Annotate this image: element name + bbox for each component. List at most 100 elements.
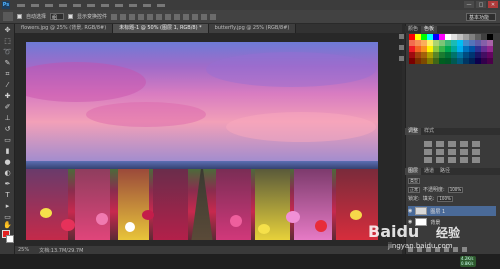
menu-edit[interactable]: [31, 3, 39, 7]
color-balance-icon[interactable]: [436, 149, 444, 155]
align-hcenter-icon[interactable]: [147, 13, 154, 20]
tab-paths[interactable]: 路径: [437, 168, 453, 175]
hand-tool-icon[interactable]: ✋: [3, 221, 12, 230]
tab-adjustments[interactable]: 调整: [405, 128, 422, 135]
color-swatch[interactable]: [487, 58, 493, 64]
levels-icon[interactable]: [436, 141, 444, 147]
tulip-field-photo[interactable]: [26, 42, 378, 240]
align-right-icon[interactable]: [156, 13, 163, 20]
workspace-dropdown[interactable]: 基本功能: [466, 13, 496, 21]
invert-icon[interactable]: [424, 157, 432, 163]
distribute-left-icon[interactable]: [192, 13, 199, 20]
brush-tool-icon[interactable]: ✐: [3, 103, 12, 112]
auto-select-checkbox[interactable]: [17, 14, 22, 19]
brightness-contrast-icon[interactable]: [424, 141, 432, 147]
distribute-top-icon[interactable]: [165, 13, 172, 20]
layer-kind-filter[interactable]: 类型: [408, 177, 420, 184]
healing-brush-tool-icon[interactable]: ✚: [3, 92, 12, 101]
black-white-icon[interactable]: [448, 149, 456, 155]
show-transform-label: 显示变换控件: [77, 14, 108, 20]
visibility-eye-icon[interactable]: ◉: [408, 208, 412, 214]
document-info[interactable]: 文档:13.7M/29.7M: [39, 247, 83, 254]
menu-filter[interactable]: [101, 3, 109, 7]
path-selection-tool-icon[interactable]: ▸: [3, 202, 12, 211]
history-panel-icon[interactable]: [399, 34, 404, 39]
opacity-field[interactable]: 100%: [447, 186, 464, 193]
selective-color-icon[interactable]: [472, 157, 480, 163]
photo-dirt-path: [191, 168, 213, 240]
menu-file[interactable]: [17, 3, 25, 7]
opacity-label: 不透明度:: [423, 187, 445, 193]
menu-help[interactable]: [157, 3, 165, 7]
tab-channels[interactable]: 通道: [421, 168, 437, 175]
lasso-tool-icon[interactable]: ➰: [3, 48, 12, 57]
photo-filter-icon[interactable]: [460, 149, 468, 155]
distribute-hcenter-icon[interactable]: [201, 13, 208, 20]
distribute-vcenter-icon[interactable]: [174, 13, 181, 20]
menu-type[interactable]: [73, 3, 81, 7]
document-tabs: flowers.jpg @ 25% (背景, RGB/8#) 未标题-1 @ 5…: [15, 24, 402, 33]
type-tool-icon[interactable]: T: [3, 191, 12, 200]
show-transform-checkbox[interactable]: [68, 14, 74, 19]
baidu-watermark: Baidu 经验 jingyan.baidu.com: [368, 222, 468, 252]
layer-name: 图层 1: [430, 208, 446, 215]
align-left-icon[interactable]: [138, 13, 145, 20]
gradient-tool-icon[interactable]: ▮: [3, 147, 12, 156]
menu-image[interactable]: [45, 3, 53, 7]
collapsed-panel-icons: [398, 34, 405, 67]
move-tool-icon[interactable]: ✥: [3, 26, 12, 35]
background-color-swatch[interactable]: [6, 235, 14, 243]
align-vcenter-icon[interactable]: [120, 13, 127, 20]
tab-styles[interactable]: 样式: [421, 128, 437, 135]
blend-mode-dropdown[interactable]: 正常: [408, 186, 420, 193]
taskbar: [0, 254, 500, 269]
tab-flowers[interactable]: flowers.jpg @ 25% (背景, RGB/8#): [15, 24, 114, 33]
align-top-icon[interactable]: [111, 13, 118, 20]
minimize-button[interactable]: —: [464, 1, 474, 8]
tab-color[interactable]: 颜色: [405, 26, 421, 33]
auto-select-dropdown[interactable]: 组: [50, 13, 65, 21]
threshold-icon[interactable]: [448, 157, 456, 163]
vibrance-icon[interactable]: [472, 141, 480, 147]
menu-select[interactable]: [87, 3, 95, 7]
menu-3d[interactable]: [115, 3, 123, 7]
exposure-icon[interactable]: [460, 141, 468, 147]
character-panel-icon[interactable]: [399, 56, 404, 61]
distribute-bottom-icon[interactable]: [183, 13, 190, 20]
eyedropper-tool-icon[interactable]: ⁄: [3, 81, 12, 90]
clone-stamp-tool-icon[interactable]: ⊥: [3, 114, 12, 123]
tab-butterfly[interactable]: butterfly.jpg @ 25% (RGB/8#): [208, 24, 297, 33]
history-brush-tool-icon[interactable]: ↺: [3, 125, 12, 134]
eraser-tool-icon[interactable]: ▭: [3, 136, 12, 145]
tab-untitled[interactable]: 未标题-1 @ 50% (图层 1, RGB/8) *: [113, 24, 209, 33]
marquee-tool-icon[interactable]: ⬚: [3, 37, 12, 46]
close-button[interactable]: ✕: [488, 1, 498, 8]
posterize-icon[interactable]: [436, 157, 444, 163]
align-bottom-icon[interactable]: [129, 13, 136, 20]
hue-saturation-icon[interactable]: [424, 149, 432, 155]
maximize-button[interactable]: □: [476, 1, 486, 8]
blur-tool-icon[interactable]: ●: [3, 158, 12, 167]
dodge-tool-icon[interactable]: ◐: [3, 169, 12, 178]
swatch-grid[interactable]: [409, 34, 493, 68]
properties-panel-icon[interactable]: [399, 45, 404, 50]
menu-window[interactable]: [143, 3, 151, 7]
distribute-right-icon[interactable]: [210, 13, 217, 20]
tab-swatches[interactable]: 色板: [421, 26, 438, 33]
lock-fill-row: 锁定: 填充: 100%: [408, 195, 496, 202]
channel-mixer-icon[interactable]: [472, 149, 480, 155]
fill-field[interactable]: 100%: [437, 195, 453, 202]
canvas-area[interactable]: [15, 33, 402, 246]
pen-tool-icon[interactable]: ✒: [3, 180, 12, 189]
tab-layers[interactable]: 图层: [405, 168, 422, 175]
crop-tool-icon[interactable]: ⌗: [3, 70, 12, 79]
quick-select-tool-icon[interactable]: ✎: [3, 59, 12, 68]
current-tool-icon[interactable]: [3, 12, 13, 21]
zoom-level[interactable]: 25%: [18, 247, 29, 253]
gradient-map-icon[interactable]: [460, 157, 468, 163]
menu-view[interactable]: [129, 3, 137, 7]
photo-tulip-field: [26, 168, 378, 240]
layer-row-active[interactable]: ◉ 图层 1: [408, 206, 496, 216]
menu-layer[interactable]: [59, 3, 67, 7]
curves-icon[interactable]: [448, 141, 456, 147]
